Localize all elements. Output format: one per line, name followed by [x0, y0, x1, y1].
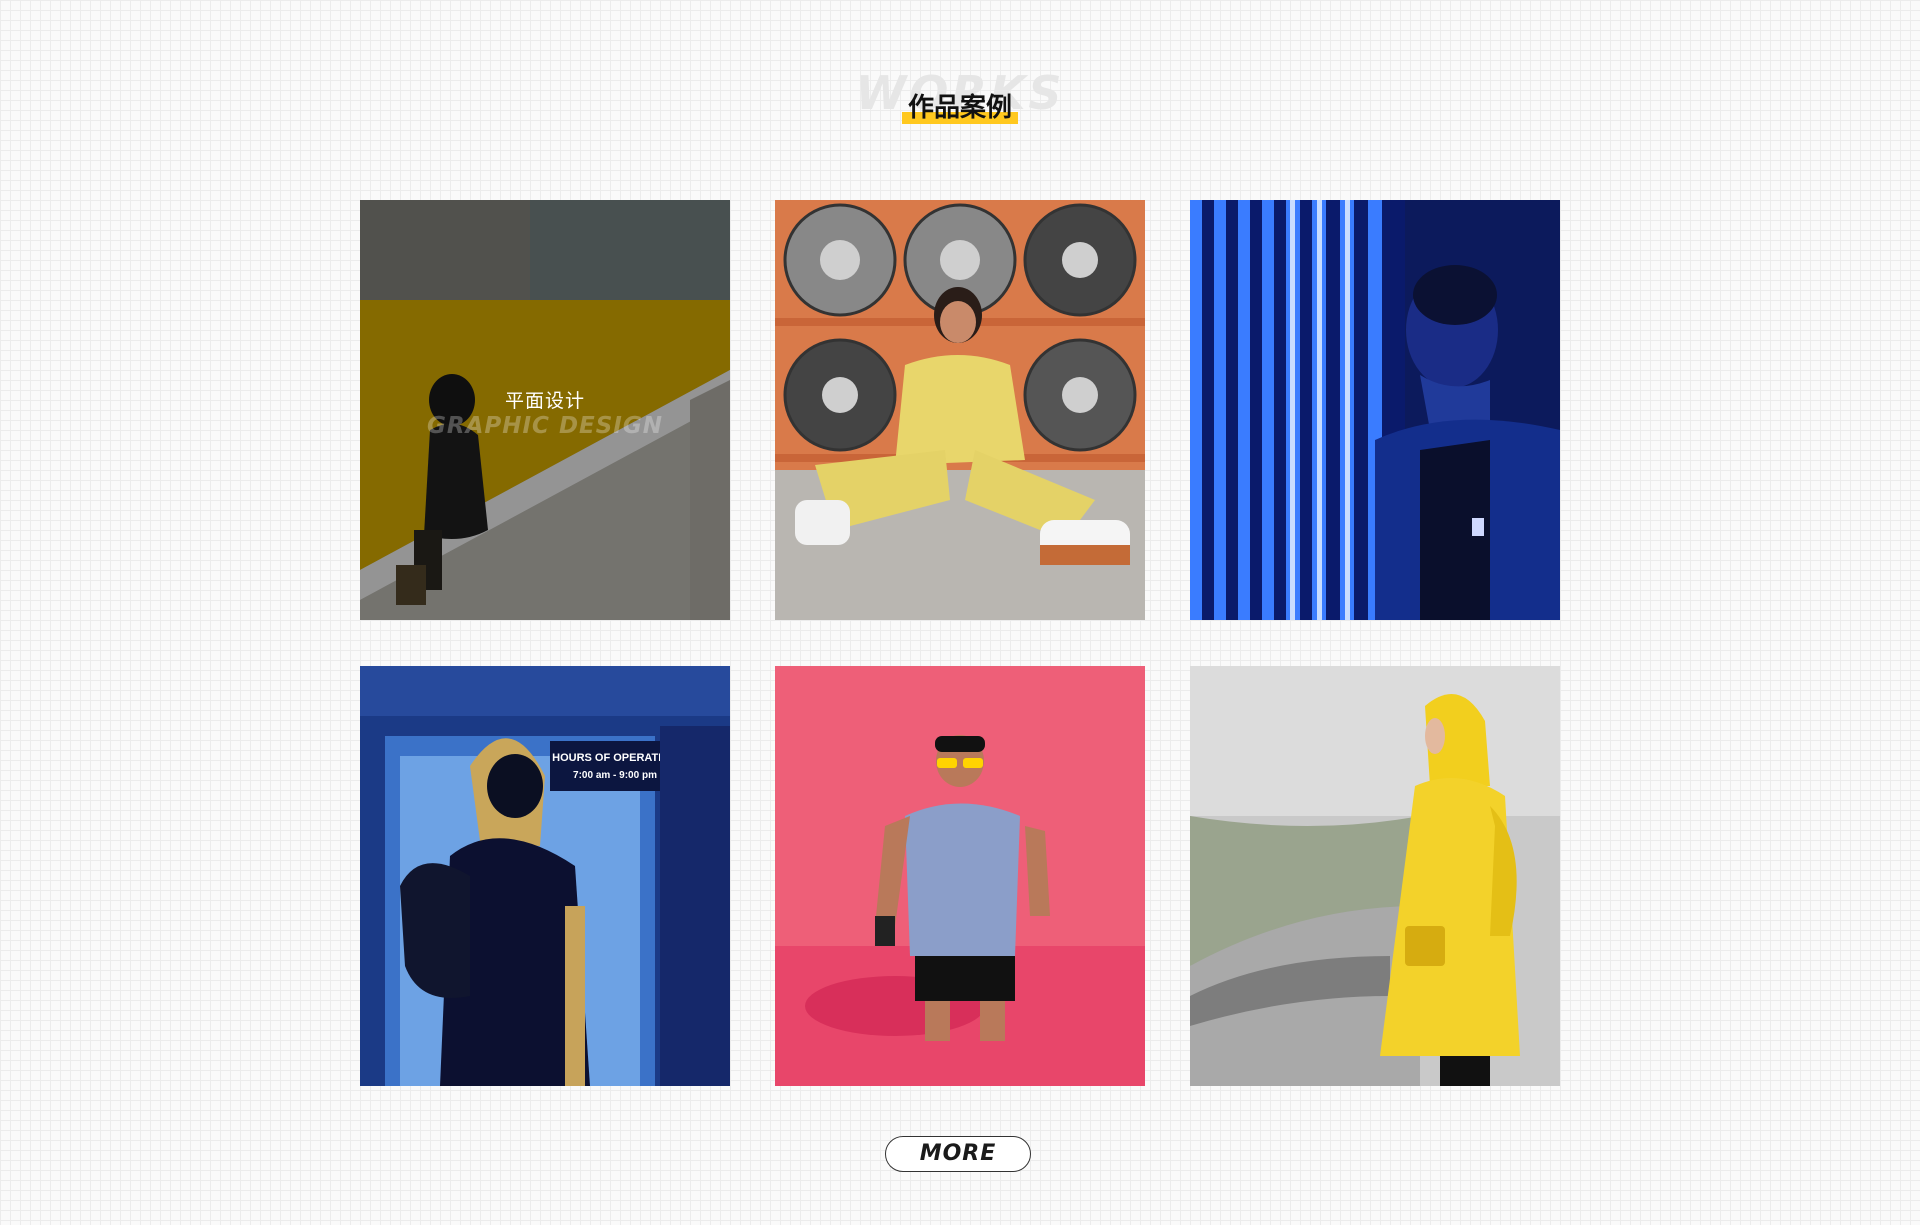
work-image-blue-stripes: [1190, 200, 1560, 620]
work-card-6[interactable]: [1190, 666, 1560, 1086]
work-image-wheels: [775, 200, 1145, 620]
section-title-label: 作品案例: [907, 92, 1012, 122]
work-card-graphic-design[interactable]: 平面设计 GRAPHIC DESIGN: [360, 200, 730, 620]
section-header: WORKS 作品案例: [0, 60, 1920, 140]
work-image-elevator: HOURS OF OPERATION 7:00 am - 9:00 pm: [360, 666, 730, 1086]
category-label-en: GRAPHIC DESIGN: [427, 413, 663, 439]
hours-sign-line-2: 7:00 am - 9:00 pm: [573, 770, 657, 781]
work-card-3[interactable]: [1190, 200, 1560, 620]
work-card-4[interactable]: HOURS OF OPERATION 7:00 am - 9:00 pm: [360, 666, 730, 1086]
work-image-yellow-raincoat: [1190, 666, 1560, 1086]
hours-sign-line-1: HOURS OF OPERATION: [552, 752, 678, 764]
work-image-pink-water: [775, 666, 1145, 1086]
overlay-caption: 平面设计 GRAPHIC DESIGN: [360, 390, 730, 438]
category-label-cn: 平面设计: [504, 391, 585, 412]
section-title: 作品案例: [901, 90, 1018, 124]
works-grid: 平面设计 GRAPHIC DESIGN HOURS OF OPERATION 7…: [360, 200, 1560, 1086]
work-card-5[interactable]: [775, 666, 1145, 1086]
title-wrap: 作品案例: [0, 90, 1920, 124]
more-button[interactable]: MORE: [885, 1136, 1031, 1172]
work-card-2[interactable]: [775, 200, 1145, 620]
